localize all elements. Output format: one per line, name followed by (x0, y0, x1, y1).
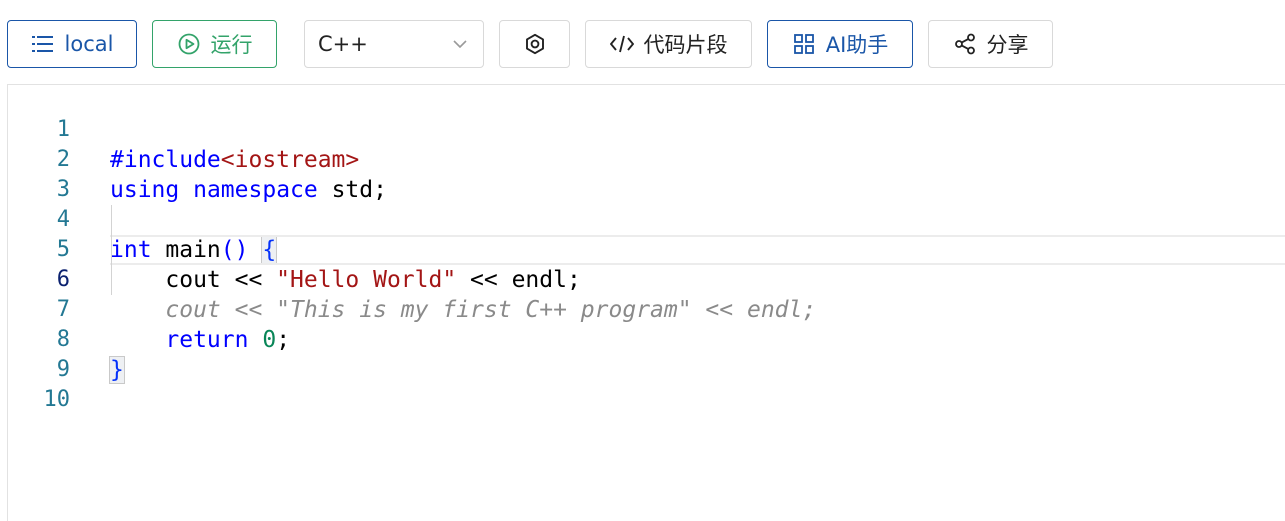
code-line-8[interactable]: 8 } (8, 295, 1285, 384)
ai-assistant-button[interactable]: AI助手 (767, 20, 913, 68)
indent-guide (111, 205, 112, 295)
code-snippet-button[interactable]: 代码片段 (585, 20, 752, 68)
toolbar: local 运行 C++ 代码片段 AI助手 分享 (0, 0, 1285, 84)
code-icon (609, 32, 634, 56)
code-line-9[interactable]: 9 (8, 325, 1285, 382)
hexagon-settings-icon (523, 32, 547, 56)
share-icon (953, 32, 977, 56)
code-line-2[interactable]: 2 using namespace std; (8, 115, 1285, 203)
share-button[interactable]: 分享 (928, 20, 1053, 68)
line-number: 10 (43, 387, 71, 412)
code-line-4[interactable]: 4 int main() { (8, 175, 1285, 264)
chevron-down-icon (453, 40, 467, 48)
code-line-10[interactable]: 10 (8, 355, 1285, 412)
language-select[interactable]: C++ (304, 20, 484, 68)
ai-label: AI助手 (825, 33, 889, 57)
list-icon (31, 32, 55, 56)
code-line-3[interactable]: 3 (8, 145, 1285, 202)
language-selected: C++ (318, 32, 368, 56)
code-line-7[interactable]: 7 return 0; (8, 265, 1285, 353)
code-line-5[interactable]: 5 cout << "Hello World" << endl; (8, 205, 1285, 293)
local-menu-button[interactable]: local (7, 20, 137, 68)
snippet-label: 代码片段 (643, 33, 728, 57)
code-line-6[interactable]: 6 cout << "This is my first C++ program"… (8, 235, 1285, 323)
code-editor[interactable]: 1 #include<iostream> 2 using namespace s… (7, 84, 1285, 521)
run-button[interactable]: 运行 (152, 20, 277, 68)
code-line-1[interactable]: 1 #include<iostream> (8, 85, 1285, 173)
local-label: local (64, 32, 114, 56)
grid-apps-icon (792, 32, 816, 56)
settings-button[interactable] (499, 20, 570, 68)
play-circle-icon (177, 32, 201, 56)
share-label: 分享 (986, 33, 1029, 57)
run-label: 运行 (210, 33, 253, 57)
